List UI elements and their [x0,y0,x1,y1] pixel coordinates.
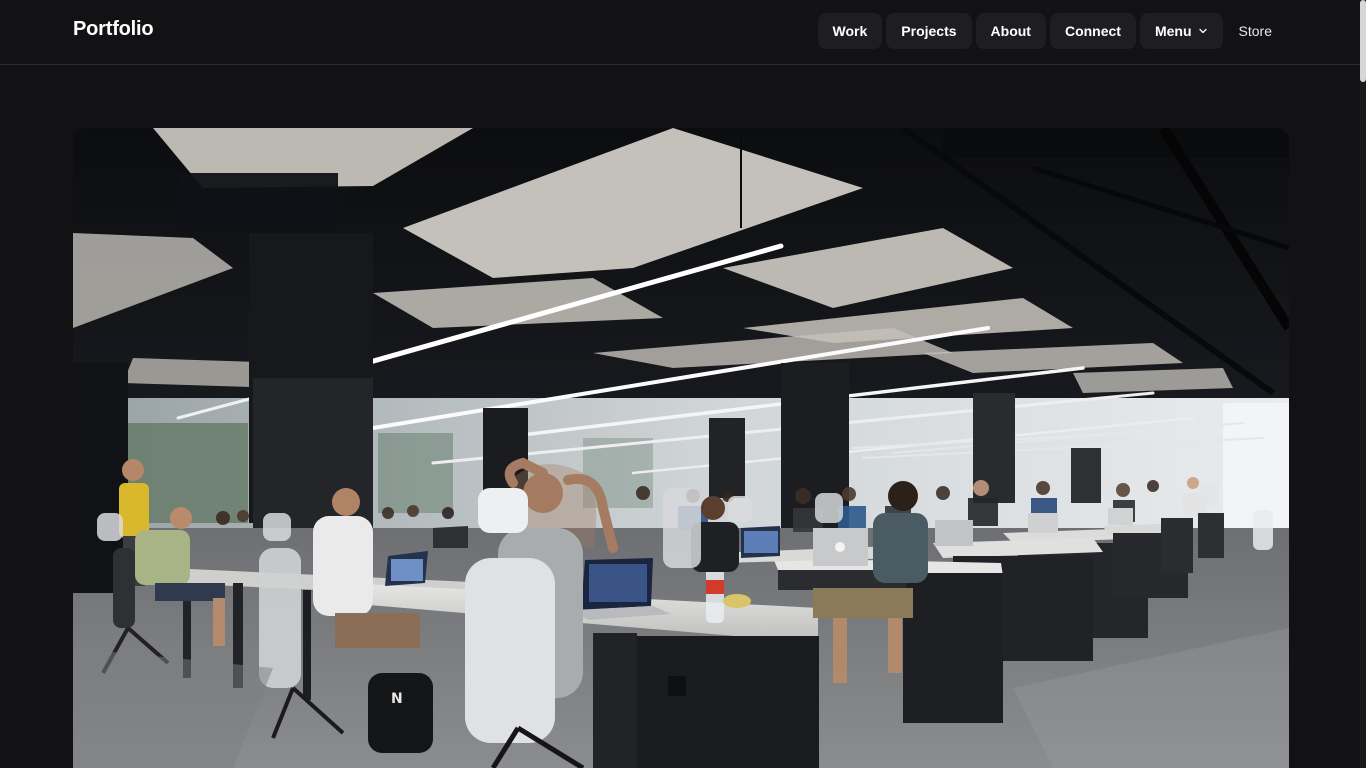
svg-text:N: N [391,691,403,707]
hero-image: N [73,128,1289,768]
nav-menu-button[interactable]: Menu [1139,13,1223,49]
nav-connect-label: Connect [1064,23,1121,39]
scrollbar-thumb[interactable] [1360,0,1366,82]
main-nav: Work Projects About Connect Menu Store [817,13,1280,49]
nav-work-label: Work [832,23,868,39]
nav-projects-label: Projects [901,23,957,39]
nav-about-button[interactable]: About [975,13,1046,49]
page-scrollbar[interactable] [1360,0,1366,768]
chevron-down-icon [1198,26,1208,36]
nav-store-link[interactable]: Store [1227,13,1280,49]
office-photo-icon: N [73,128,1289,768]
nav-connect-button[interactable]: Connect [1049,13,1136,49]
site-header: Portfolio Work Projects About Connect Me… [0,0,1360,65]
nav-work-button[interactable]: Work [817,13,883,49]
nav-menu-label: Menu [1154,23,1192,39]
brand-logo[interactable]: Portfolio [73,18,154,41]
nav-about-label: About [990,23,1031,39]
nav-projects-button[interactable]: Projects [886,13,972,49]
